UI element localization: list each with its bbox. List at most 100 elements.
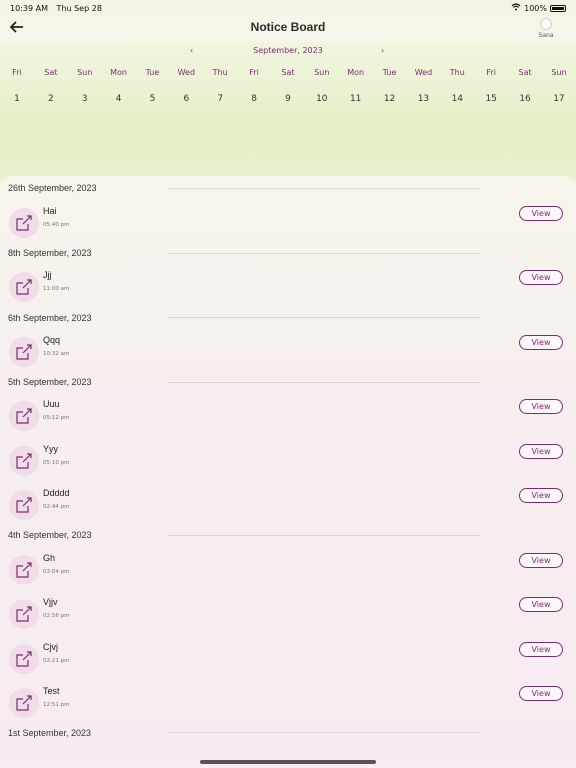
divider	[168, 382, 480, 383]
status-bar: 10:39 AM Thu Sep 28 100%	[0, 0, 576, 16]
edit-icon	[9, 337, 39, 367]
prev-month-button[interactable]: ‹	[190, 46, 193, 55]
battery-percent: 100%	[524, 3, 547, 13]
weekday-label: Mon	[110, 68, 127, 77]
calendar-date[interactable]: 5	[136, 94, 170, 104]
header: Notice Board Sana	[0, 16, 576, 42]
list-item[interactable]: Ddddd 02:44 pm View	[0, 486, 576, 526]
divider	[168, 188, 480, 189]
calendar-date[interactable]: 14	[440, 94, 474, 104]
edit-icon	[9, 446, 39, 476]
list-item[interactable]: Jjj 11:00 am View	[0, 268, 576, 308]
page-title: Notice Board	[250, 20, 326, 34]
edit-icon	[9, 208, 39, 238]
notice-time: 12:51 pm	[43, 702, 70, 708]
notice-time: 05:10 pm	[43, 460, 70, 466]
edit-icon	[9, 688, 39, 718]
calendar-date[interactable]: 3	[68, 94, 102, 104]
edit-icon	[9, 272, 39, 302]
calendar-date[interactable]: 12	[373, 94, 407, 104]
notice-time: 10:32 am	[43, 351, 70, 357]
list-item[interactable]: Uuu 05:12 pm View	[0, 397, 576, 437]
calendar-date[interactable]: 10	[305, 94, 339, 104]
list-item[interactable]: Test 12:51 pm View	[0, 684, 576, 724]
list-item[interactable]: Qqq 10:32 am View	[0, 333, 576, 373]
weekday-label: Thu	[212, 68, 228, 77]
calendar-date[interactable]: 7	[203, 94, 237, 104]
weekday-label: Tue	[145, 68, 160, 77]
section-date: 5th September, 2023	[8, 377, 92, 387]
divider	[168, 253, 480, 254]
view-button[interactable]: View	[519, 335, 563, 350]
view-button[interactable]: View	[519, 444, 563, 459]
calendar-date[interactable]: 13	[407, 94, 441, 104]
view-button[interactable]: View	[519, 686, 563, 701]
edit-icon	[9, 490, 39, 520]
notice-time: 02:44 pm	[43, 504, 70, 510]
weekday-label: Wed	[177, 68, 196, 77]
notice-time: 05:12 pm	[43, 415, 70, 421]
weekday-label: Fri	[249, 68, 259, 77]
section-date: 26th September, 2023	[8, 183, 97, 193]
calendar-date[interactable]: 11	[339, 94, 373, 104]
view-button[interactable]: View	[519, 270, 563, 285]
next-month-button[interactable]: ›	[381, 46, 384, 55]
weekday-label: Sat	[281, 68, 295, 77]
calendar-date[interactable]: 1	[0, 94, 34, 104]
notice-title: Vjjv	[43, 597, 58, 607]
notice-title: Ddddd	[43, 488, 70, 498]
weekday-label: Sun	[314, 68, 330, 77]
edit-icon	[9, 644, 39, 674]
calendar-date[interactable]: 17	[542, 94, 576, 104]
status-left: 10:39 AM Thu Sep 28	[10, 4, 108, 13]
notice-time: 02:21 pm	[43, 658, 70, 664]
calendar-date[interactable]: 8	[237, 94, 271, 104]
month-nav: ‹ September, 2023 ›	[0, 46, 576, 60]
list-item[interactable]: Hai 05:40 pm View	[0, 204, 576, 244]
weekday-label: Sun	[551, 68, 567, 77]
view-button[interactable]: View	[519, 206, 563, 221]
weekday-label: Fri	[12, 68, 22, 77]
profile[interactable]: Sana	[534, 18, 558, 39]
view-button[interactable]: View	[519, 553, 563, 568]
view-button[interactable]: View	[519, 642, 563, 657]
calendar-date[interactable]: 2	[34, 94, 68, 104]
weekday-label: Sun	[77, 68, 93, 77]
weekday-label: Thu	[449, 68, 465, 77]
view-button[interactable]: View	[519, 399, 563, 414]
status-right: 100%	[511, 3, 566, 13]
status-time: 10:39 AM	[10, 3, 48, 13]
wifi-icon	[511, 3, 521, 13]
avatar[interactable]	[540, 18, 552, 30]
list-item[interactable]: Cjvj 02:21 pm View	[0, 640, 576, 680]
notice-list[interactable]: 26th September, 2023 Hai 05:40 pm View 8…	[0, 176, 576, 760]
weekday-row: Fri Sat Sun Mon Tue Wed Thu Fri Sat Sun …	[0, 68, 576, 77]
calendar-date[interactable]: 4	[102, 94, 136, 104]
notice-time: 05:40 pm	[43, 222, 70, 228]
divider	[168, 535, 480, 536]
weekday-label: Mon	[347, 68, 365, 77]
status-date: Thu Sep 28	[56, 3, 102, 13]
notice-title: Test	[43, 686, 60, 696]
list-item[interactable]: Gh 03:04 pm View	[0, 551, 576, 591]
list-item[interactable]: Vjjv 02:56 pm View	[0, 595, 576, 635]
calendar-date[interactable]: 9	[271, 94, 305, 104]
edit-icon	[9, 599, 39, 629]
divider	[168, 317, 480, 318]
profile-name: Sana	[538, 32, 554, 39]
view-button[interactable]: View	[519, 488, 563, 503]
weekday-label: Tue	[382, 68, 397, 77]
calendar-date[interactable]: 16	[508, 94, 542, 104]
notice-time: 03:04 pm	[43, 569, 70, 575]
calendar-date[interactable]: 6	[169, 94, 203, 104]
notice-title: Uuu	[43, 399, 60, 409]
calendar-date[interactable]: 15	[474, 94, 508, 104]
view-button[interactable]: View	[519, 597, 563, 612]
notice-time: 11:00 am	[43, 286, 70, 292]
notice-title: Cjvj	[43, 642, 58, 652]
date-row: 1 2 3 4 5 6 7 8 9 10 11 12 13 14 15 16 1…	[0, 94, 576, 104]
edit-icon	[9, 401, 39, 431]
notice-title: Yyy	[43, 444, 59, 454]
list-item[interactable]: Yyy 05:10 pm View	[0, 442, 576, 482]
notice-title: Jjj	[43, 270, 52, 280]
